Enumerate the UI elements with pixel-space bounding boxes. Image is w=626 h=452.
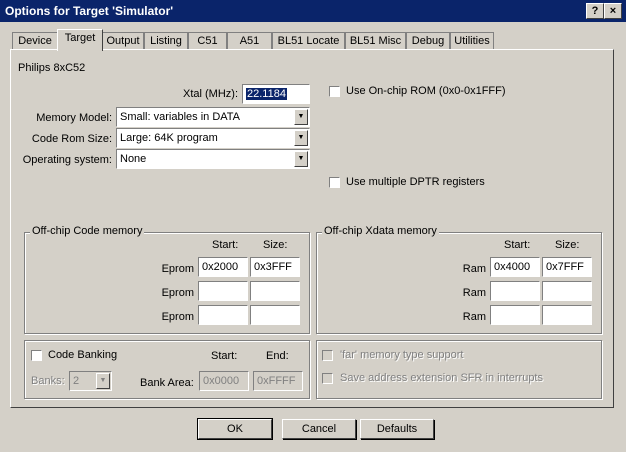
- tab-c51[interactable]: C51: [188, 32, 227, 50]
- help-button[interactable]: ?: [586, 3, 604, 19]
- code-rom-size-value: Large: 64K program: [120, 132, 218, 144]
- memory-model-select[interactable]: Small: variables in DATA ▼: [116, 107, 310, 127]
- use-multiple-dptr-label[interactable]: Use multiple DPTR registers: [346, 176, 485, 188]
- operating-system-value: None: [120, 153, 147, 165]
- banks-value: 2: [73, 375, 80, 387]
- ok-button[interactable]: OK: [197, 418, 273, 440]
- code-row-2-label: Eprom: [161, 287, 194, 299]
- xdata-row-2-size-input[interactable]: [542, 281, 592, 301]
- code-row-1-start-input[interactable]: 0x2000: [198, 257, 248, 277]
- xtal-label: Xtal (MHz):: [183, 88, 238, 100]
- operating-system-select[interactable]: None ▼: [116, 149, 310, 169]
- offchip-xdata-size-header: Size:: [555, 239, 580, 251]
- chevron-down-icon[interactable]: ▼: [96, 373, 110, 389]
- xdata-row-3-label: Ram: [462, 311, 486, 323]
- xtal-input[interactable]: 22.1184: [242, 84, 310, 104]
- chevron-down-icon[interactable]: ▼: [294, 109, 308, 125]
- tab-bl51-misc[interactable]: BL51 Misc: [345, 32, 406, 50]
- tab-output[interactable]: Output: [102, 32, 144, 50]
- tab-utilities[interactable]: Utilities: [450, 32, 494, 50]
- code-row-3-size-input[interactable]: [250, 305, 300, 325]
- use-onchip-rom-checkbox[interactable]: [329, 86, 340, 97]
- chevron-down-icon[interactable]: ▼: [294, 130, 308, 146]
- banks-select[interactable]: 2 ▼: [69, 371, 112, 391]
- tab-bl51-locate[interactable]: BL51 Locate: [272, 32, 345, 50]
- offchip-xdata-start-header: Start:: [504, 239, 531, 251]
- use-multiple-dptr-checkbox[interactable]: [329, 177, 340, 188]
- code-row-2-size-input[interactable]: [250, 281, 300, 301]
- xdata-row-1-label: Ram: [462, 263, 486, 275]
- memory-model-value: Small: variables in DATA: [120, 111, 241, 123]
- offchip-xdata-title: Off-chip Xdata memory: [322, 225, 439, 237]
- bank-area-end-input[interactable]: 0xFFFF: [253, 371, 303, 391]
- bank-area-label: Bank Area:: [140, 377, 194, 389]
- close-button[interactable]: ×: [604, 3, 622, 19]
- code-banking-checkbox[interactable]: [31, 350, 42, 361]
- banks-label: Banks:: [31, 375, 65, 387]
- defaults-button[interactable]: Defaults: [360, 419, 434, 439]
- use-onchip-rom-label[interactable]: Use On-chip ROM (0x0-0x1FFF): [346, 85, 506, 97]
- tab-debug[interactable]: Debug: [406, 32, 450, 50]
- code-rom-size-label: Code Rom Size:: [31, 133, 112, 145]
- code-rom-size-select[interactable]: Large: 64K program ▼: [116, 128, 310, 148]
- code-row-2-start-input[interactable]: [198, 281, 248, 301]
- xdata-row-3-start-input[interactable]: [490, 305, 540, 325]
- code-banking-label[interactable]: Code Banking: [48, 349, 117, 361]
- xdata-row-1-start-input[interactable]: 0x4000: [490, 257, 540, 277]
- far-memory-label[interactable]: 'far' memory type support: [340, 349, 463, 361]
- tab-a51[interactable]: A51: [227, 32, 272, 50]
- offchip-code-start-header: Start:: [212, 239, 239, 251]
- code-row-1-size-input[interactable]: 0x3FFF: [250, 257, 300, 277]
- device-name: Philips 8xC52: [18, 62, 86, 74]
- xdata-row-3-size-input[interactable]: [542, 305, 592, 325]
- code-row-3-start-input[interactable]: [198, 305, 248, 325]
- xdata-row-2-label: Ram: [462, 287, 486, 299]
- save-address-ext-checkbox[interactable]: [322, 373, 333, 384]
- code-row-3-label: Eprom: [161, 311, 194, 323]
- xdata-row-2-start-input[interactable]: [490, 281, 540, 301]
- tab-listing[interactable]: Listing: [144, 32, 188, 50]
- xdata-row-1-size-input[interactable]: 0x7FFF: [542, 257, 592, 277]
- save-address-ext-label[interactable]: Save address extension SFR in interrupts: [340, 372, 543, 384]
- window-title: Options for Target 'Simulator': [5, 4, 174, 18]
- code-row-1-label: Eprom: [161, 263, 194, 275]
- xtal-value: 22.1184: [246, 88, 287, 100]
- tab-target[interactable]: Target: [57, 29, 103, 51]
- cancel-button[interactable]: Cancel: [282, 419, 356, 439]
- offchip-code-title: Off-chip Code memory: [30, 225, 145, 237]
- chevron-down-icon[interactable]: ▼: [294, 151, 308, 167]
- operating-system-label: Operating system:: [22, 154, 112, 166]
- bank-area-start-header: Start:: [211, 350, 238, 362]
- far-memory-checkbox[interactable]: [322, 350, 333, 361]
- bank-area-start-input[interactable]: 0x0000: [199, 371, 249, 391]
- memory-model-label: Memory Model:: [36, 112, 112, 124]
- bank-area-end-header: End:: [266, 350, 289, 362]
- tab-device[interactable]: Device: [12, 32, 58, 50]
- offchip-code-size-header: Size:: [263, 239, 288, 251]
